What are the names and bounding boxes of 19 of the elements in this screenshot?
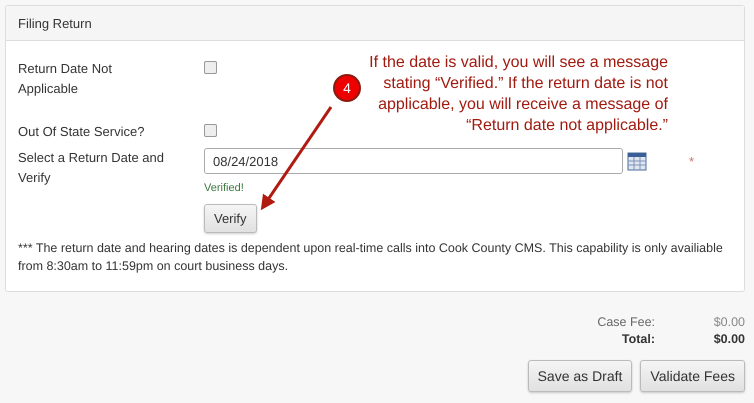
required-mark: * xyxy=(689,154,694,168)
field-label: Select a Return Date and Verify xyxy=(18,149,165,187)
annotation-text: If the date is valid, you will see a message stating “Verified.” If the return date is not applicable, you will receive a message of “Return date not applicable.” xyxy=(369,52,668,136)
checkbox[interactable] xyxy=(204,124,217,137)
fee-label: Total: xyxy=(620,331,655,348)
fee-label: Case Fee: xyxy=(597,314,655,331)
panel-title: Filing Return xyxy=(6,6,744,41)
save-draft-button[interactable]: Save as Draft xyxy=(528,360,632,392)
fee-amount: $0.00 xyxy=(712,331,745,348)
calendar-icon[interactable] xyxy=(627,151,647,171)
validate-fees-button[interactable]: Validate Fees xyxy=(640,360,745,392)
checkbox[interactable] xyxy=(204,61,217,74)
fee-amount: $0.00 xyxy=(712,314,745,331)
note-text: *** The return date and hearing dates is dependent upon real-time calls into Cook County CMS. This capability is only availiable from 8:30am to 11:59pm on court business days. xyxy=(18,240,724,275)
field-label: Return Date Not Applicable xyxy=(18,60,113,98)
date-field[interactable]: 08/24/2018 xyxy=(204,148,623,174)
verify-button[interactable]: Verify xyxy=(204,204,257,233)
verified-status: Verified! xyxy=(204,182,245,194)
field-label: Out Of State Service? xyxy=(18,123,146,141)
